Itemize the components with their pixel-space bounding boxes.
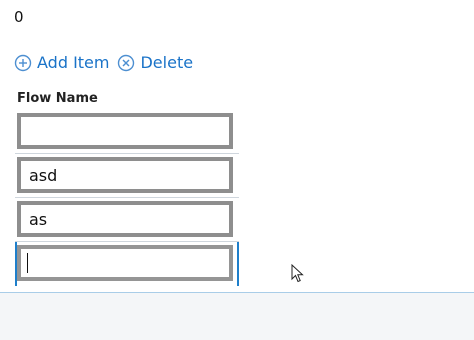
column-header-flow-name: Flow Name (17, 91, 98, 106)
toolbar: Add Item Delete (14, 53, 193, 72)
mouse-pointer-icon (291, 264, 304, 283)
flow-name-input[interactable] (17, 113, 233, 149)
footer-panel (0, 292, 474, 340)
delete-label: Delete (140, 53, 194, 72)
add-item-label: Add Item (37, 53, 110, 72)
item-count: 0 (14, 8, 24, 26)
text-caret (27, 253, 28, 273)
flow-name-input[interactable] (17, 245, 233, 281)
plus-circle-icon (14, 54, 32, 71)
x-circle-icon (118, 54, 135, 71)
table-row-active (15, 242, 239, 286)
flow-name-input[interactable] (17, 157, 233, 193)
table-row (15, 154, 239, 198)
table-row (15, 198, 239, 242)
table-row (15, 110, 239, 154)
delete-button[interactable]: Delete (117, 53, 193, 72)
flow-name-input[interactable] (17, 201, 233, 237)
flow-name-list (15, 110, 239, 286)
add-item-button[interactable]: Add Item (14, 53, 109, 72)
